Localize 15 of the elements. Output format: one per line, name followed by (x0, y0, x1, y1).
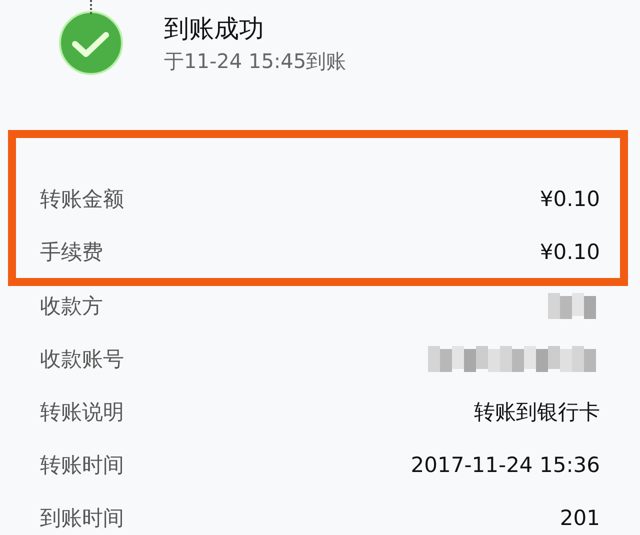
field-label: 手续费 (40, 238, 103, 266)
field-value: 2017-11-24 15:36 (410, 452, 600, 476)
field-label: 转账说明 (40, 398, 124, 426)
field-label: 到账时间 (40, 504, 124, 532)
status-subtitle: 于11-24 15:45到账 (164, 48, 346, 75)
field-value: 转账到银行卡 (474, 398, 600, 426)
checkmark-icon (58, 10, 124, 76)
status-title: 到账成功 (164, 13, 265, 45)
field-value: ¥0.10 (540, 240, 600, 264)
field-label: 收款方 (40, 292, 103, 320)
field-label: 转账时间 (40, 452, 124, 478)
field-value: ¥0.10 (540, 186, 600, 210)
field-label: 转账金额 (40, 186, 124, 212)
field-label: 收款账号 (40, 346, 124, 372)
field-value: 201 (560, 506, 600, 530)
